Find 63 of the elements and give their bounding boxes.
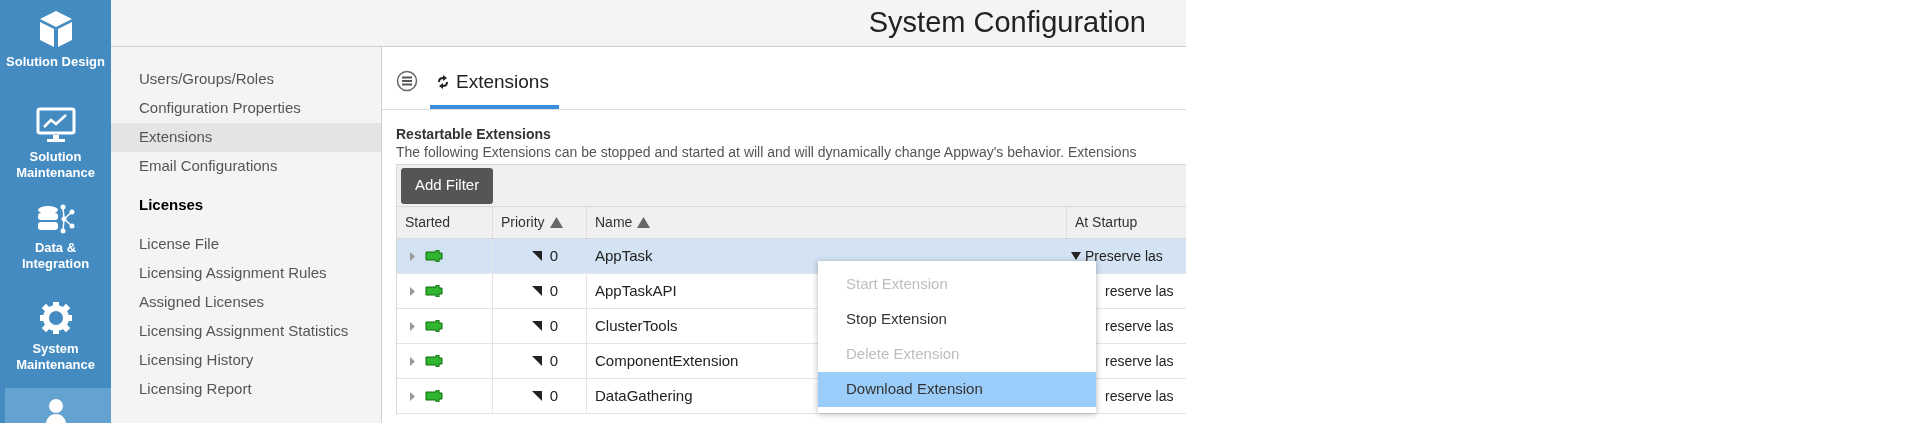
submenu-item[interactable]: Assigned Licenses [111,288,381,317]
add-filter-button[interactable]: Add Filter [401,167,494,204]
priority-cell-text: 0 [549,385,558,406]
plugin-icon [425,285,443,297]
priority-cell-text: 0 [549,315,558,336]
name-cell-text: AppTask [595,245,653,266]
priority-cell-text: 0 [549,280,558,301]
startup-cell-text: reserve las [1105,316,1174,336]
startup-cell-text: reserve las [1105,386,1174,406]
corner-icon [531,356,542,366]
plugin-icon [425,390,443,402]
gear-icon [38,301,73,335]
expand-icon[interactable] [410,321,415,331]
menu-item[interactable]: Download Extension [818,372,1096,407]
page-title: System Configuration [868,5,1146,41]
corner-icon [531,286,542,296]
startup-cell-text: Preserve las [1085,246,1163,266]
name-cell-text: DataGathering [595,385,693,406]
submenu-item[interactable]: License File [111,230,381,259]
name-cell-text: AppTaskAPI [595,280,677,301]
monitor-chart-icon [35,107,76,143]
nav-item[interactable]: System Maintenance [0,291,111,388]
box-icon [37,10,74,48]
nav-item[interactable]: Solution Maintenance [0,97,111,194]
expand-icon[interactable] [410,391,415,401]
submenu-heading: Licenses [138,195,205,216]
startup-cell-text: reserve las [1105,351,1174,371]
plugin-icon [425,250,443,262]
section-description: The following Extensions can be stopped and started at will and will dynamically change Appway's behavior. Extensions [396,143,1138,162]
submenu-item[interactable]: Licensing Assignment Rules [111,259,381,288]
expand-icon[interactable] [410,286,415,296]
column-header[interactable]: At Startup [1067,207,1186,238]
submenu-item[interactable]: Extensions [111,123,381,152]
nav-item[interactable]: Solution Design [0,0,111,97]
startup-cell-text: reserve las [1105,281,1174,301]
submenu-item[interactable]: Configuration Properties [111,94,381,123]
section-title: Restartable Extensions [396,125,552,142]
plugin-icon [425,355,443,367]
sort-up-icon [637,217,651,228]
refresh-icon [438,75,448,89]
submenu-item[interactable]: Email Configurations [111,152,381,181]
database-network-icon [36,204,75,234]
name-cell-text: ClusterTools [595,315,678,336]
column-header[interactable]: Name [587,207,1067,238]
corner-icon [531,321,542,331]
corner-icon [531,251,542,261]
column-header[interactable]: Started [397,207,493,238]
submenu-item[interactable]: Licensing Report [111,375,381,404]
priority-cell-text: 0 [549,350,558,371]
sort-up-icon [549,217,563,228]
expand-icon[interactable] [410,251,415,261]
expand-icon[interactable] [410,356,415,366]
submenu-item[interactable]: Licensing History [111,346,381,375]
corner-icon [531,391,542,401]
tab[interactable]: Extensions [430,59,559,109]
nav-item[interactable]: Data & Integration [0,194,111,291]
name-cell-text: ComponentExtension [595,350,739,371]
submenu-item[interactable]: Users/Groups/Roles [111,65,381,94]
submenu-item[interactable]: Licensing Assignment Statistics [111,317,381,346]
column-header[interactable]: Priority [493,207,587,238]
plugin-icon [425,320,443,332]
priority-cell-text: 0 [549,245,558,266]
menu-icon[interactable] [396,70,418,92]
